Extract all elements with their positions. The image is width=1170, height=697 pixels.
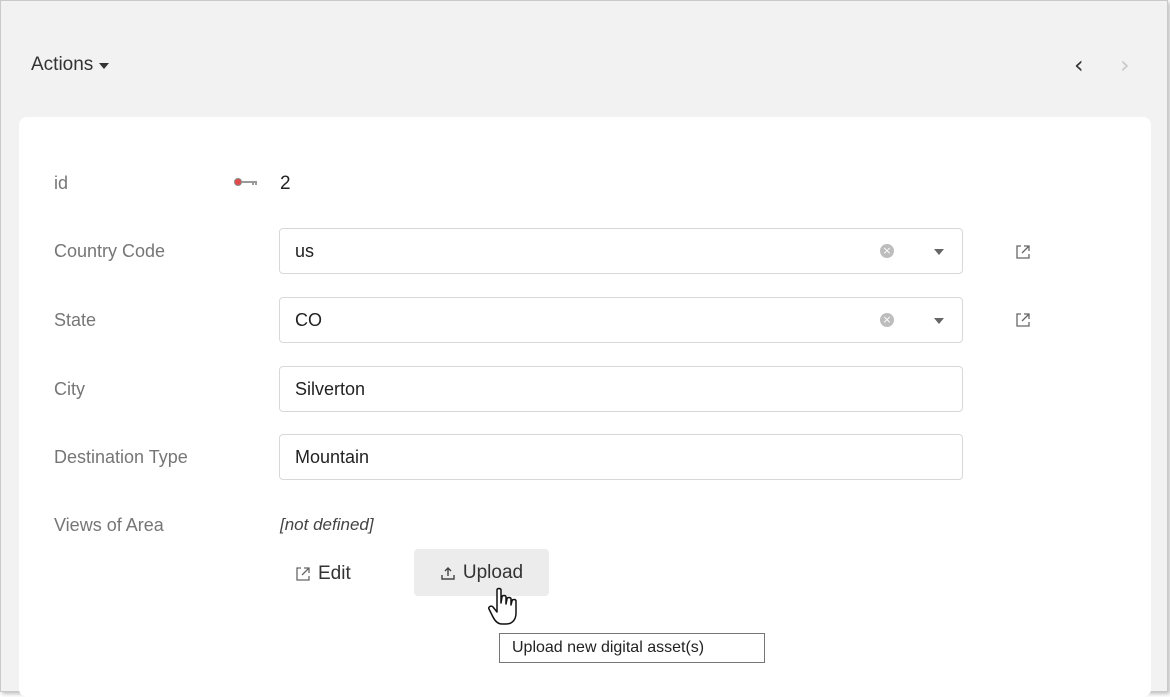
country-code-select[interactable]: us × — [279, 228, 963, 274]
external-link-icon — [296, 567, 310, 581]
edit-button[interactable]: Edit — [294, 559, 351, 589]
state-label: State — [54, 310, 97, 330]
actions-menu[interactable]: Actions — [31, 54, 110, 76]
key-icon — [234, 178, 257, 186]
chevron-down-icon[interactable] — [934, 249, 944, 255]
chevron-down-icon[interactable] — [934, 318, 944, 324]
state-value: CO — [295, 310, 322, 330]
hand-pointer-icon — [488, 587, 517, 625]
window-frame: Actions ‹ › id 2 Country Code us × State… — [0, 0, 1168, 697]
actions-label: Actions — [31, 54, 94, 75]
state-select[interactable]: CO × — [279, 297, 963, 343]
id-label: id — [54, 173, 69, 193]
chevron-right-icon[interactable]: › — [1120, 53, 1130, 77]
country-code-label: Country Code — [54, 241, 166, 261]
caret-down-icon — [99, 63, 110, 69]
chevron-left-icon[interactable]: ‹ — [1074, 53, 1084, 77]
destination-type-input[interactable]: Mountain — [279, 434, 963, 480]
views-of-area-label: Views of Area — [54, 515, 164, 535]
city-label: City — [54, 379, 85, 399]
upload-label: Upload — [462, 561, 524, 583]
city-value: Silverton — [295, 379, 366, 399]
id-value: 2 — [280, 173, 291, 194]
clear-icon[interactable]: × — [880, 313, 894, 327]
clear-icon[interactable]: × — [880, 244, 894, 258]
destination-type-value: Mountain — [295, 447, 370, 467]
tooltip-text: Upload new digital asset(s) — [512, 639, 705, 656]
edit-label: Edit — [318, 563, 351, 584]
views-of-area-value: [not defined] — [280, 515, 374, 534]
upload-button[interactable]: Upload — [414, 549, 549, 596]
external-link-icon[interactable] — [1014, 243, 1032, 261]
destination-type-label: Destination Type — [54, 447, 188, 467]
country-code-value: us — [295, 241, 315, 261]
city-input[interactable]: Silverton — [279, 366, 963, 412]
upload-icon — [441, 566, 455, 580]
upload-tooltip: Upload new digital asset(s) — [499, 633, 765, 663]
external-link-icon[interactable] — [1014, 311, 1032, 329]
